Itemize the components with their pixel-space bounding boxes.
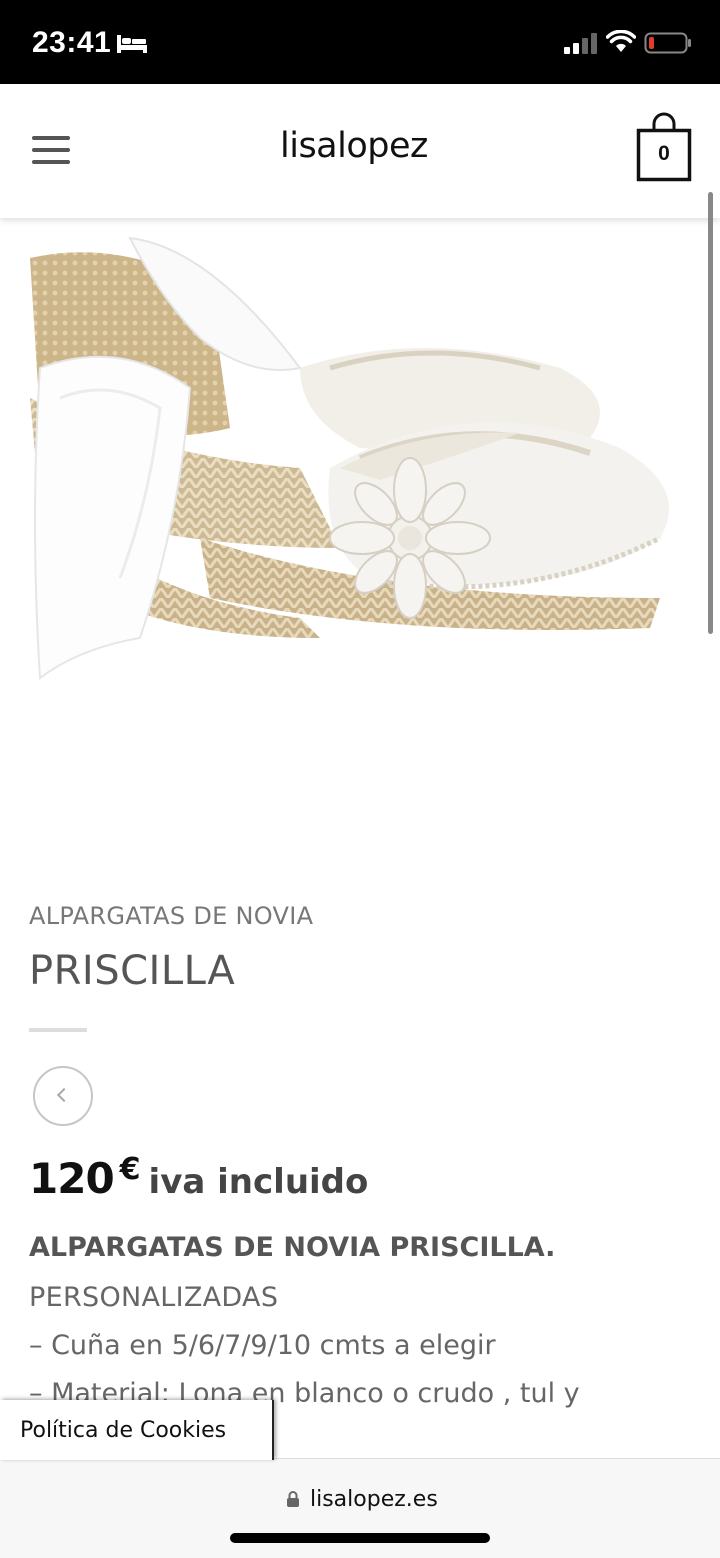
battery-low-icon [644, 32, 691, 54]
status-time: 23:41 [32, 26, 112, 59]
cart-count: 0 [658, 142, 670, 165]
bed-icon [117, 35, 147, 53]
lock-icon [287, 1491, 299, 1507]
menu-button[interactable] [30, 130, 74, 170]
description-line: – Cuña en 5/6/7/9/10 cmts a elegir [29, 1330, 496, 1361]
previous-product-button[interactable] [33, 1066, 93, 1126]
page-scrollbar[interactable] [708, 192, 713, 634]
product-title: PRISCILLA [29, 948, 236, 994]
description-line: PERSONALIZADAS [29, 1282, 279, 1313]
price-tax-note: iva incluido [148, 1162, 369, 1202]
home-indicator[interactable] [230, 1533, 490, 1543]
product-category[interactable]: ALPARGATAS DE NOVIA [29, 902, 313, 930]
url-text: lisalopez.es [310, 1486, 438, 1512]
url-field[interactable]: lisalopez.es [286, 1483, 438, 1515]
description-title: ALPARGATAS DE NOVIA PRISCILLA. [29, 1232, 556, 1263]
status-bar: 23:41 [0, 0, 720, 84]
menu-icon [32, 136, 70, 140]
product-price: 120 € iva incluido [29, 1152, 369, 1203]
signal-icon [564, 33, 597, 54]
site-logo[interactable]: lisalopez [280, 126, 428, 166]
cart-button[interactable]: 0 [636, 112, 692, 182]
wifi-icon [606, 30, 636, 52]
product-image[interactable] [0, 218, 720, 838]
price-amount: 120 [29, 1154, 115, 1203]
cookie-policy-tab[interactable]: Política de Cookies [0, 1400, 274, 1460]
browser-address-bar: lisalopez.es [0, 1458, 720, 1558]
chevron-left-icon [56, 1087, 72, 1103]
site-header: lisalopez 0 [0, 84, 720, 218]
price-currency: € [119, 1152, 141, 1187]
title-divider [29, 1028, 87, 1032]
